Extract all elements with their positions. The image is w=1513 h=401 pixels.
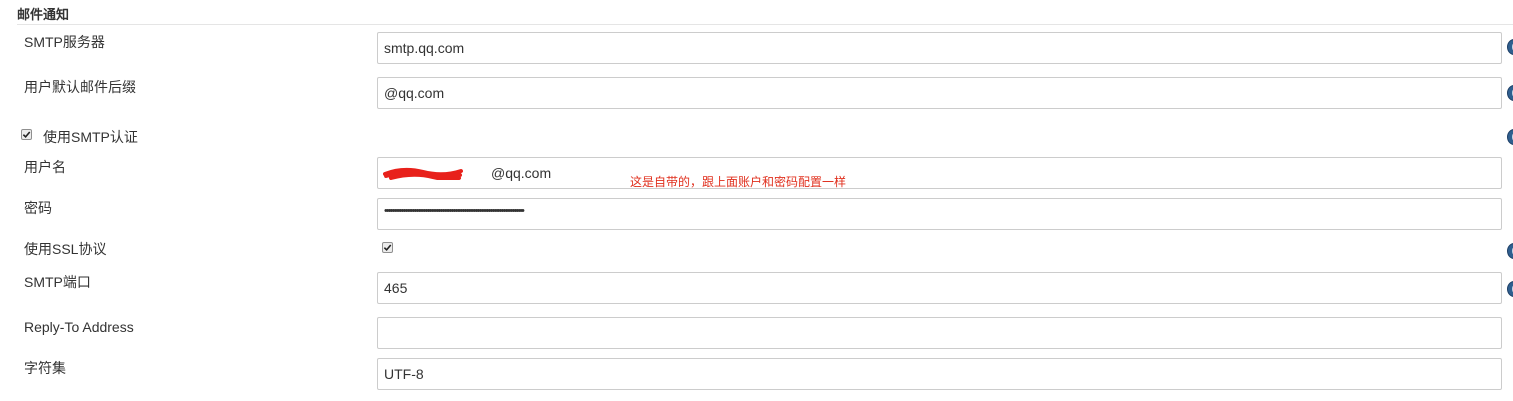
default-suffix-input[interactable] bbox=[377, 77, 1502, 109]
smtp-server-label: SMTP服务器 bbox=[24, 34, 105, 50]
use-ssl-help-icon[interactable] bbox=[1507, 243, 1513, 259]
checkmark-icon bbox=[383, 244, 392, 252]
password-input[interactable] bbox=[377, 198, 1502, 230]
checkmark-icon bbox=[22, 131, 31, 139]
red-annotation: 这是自带的，跟上面账户和密码配置一样 bbox=[630, 175, 847, 189]
default-suffix-help-icon[interactable] bbox=[1507, 85, 1513, 101]
reply-to-label: Reply-To Address bbox=[24, 319, 134, 335]
email-notification-panel: 邮件通知 SMTP服务器 用户默认邮件后缀 使用SMTP认证 用户名 @qq.c… bbox=[0, 0, 1513, 401]
username-visible-suffix: @qq.com bbox=[491, 165, 552, 181]
smtp-auth-help-icon[interactable] bbox=[1507, 129, 1513, 145]
username-input[interactable]: @qq.com bbox=[377, 157, 1502, 189]
use-ssl-label: 使用SSL协议 bbox=[24, 241, 107, 257]
use-smtp-auth-label: 使用SMTP认证 bbox=[43, 129, 138, 145]
section-divider bbox=[17, 24, 1513, 25]
username-label: 用户名 bbox=[24, 159, 66, 175]
smtp-server-help-icon[interactable] bbox=[1507, 39, 1513, 55]
reply-to-input[interactable] bbox=[377, 317, 1502, 349]
redaction-scribble bbox=[383, 167, 463, 180]
charset-input[interactable] bbox=[377, 358, 1502, 390]
section-title: 邮件通知 bbox=[17, 7, 70, 22]
smtp-server-input[interactable] bbox=[377, 32, 1502, 64]
password-label: 密码 bbox=[24, 200, 52, 216]
smtp-port-label: SMTP端口 bbox=[24, 274, 91, 290]
use-ssl-checkbox[interactable] bbox=[382, 242, 393, 253]
smtp-port-help-icon[interactable] bbox=[1507, 281, 1513, 297]
smtp-port-input[interactable] bbox=[377, 272, 1502, 304]
charset-label: 字符集 bbox=[24, 360, 66, 376]
default-suffix-label: 用户默认邮件后缀 bbox=[24, 79, 136, 95]
use-smtp-auth-checkbox[interactable] bbox=[21, 129, 32, 140]
